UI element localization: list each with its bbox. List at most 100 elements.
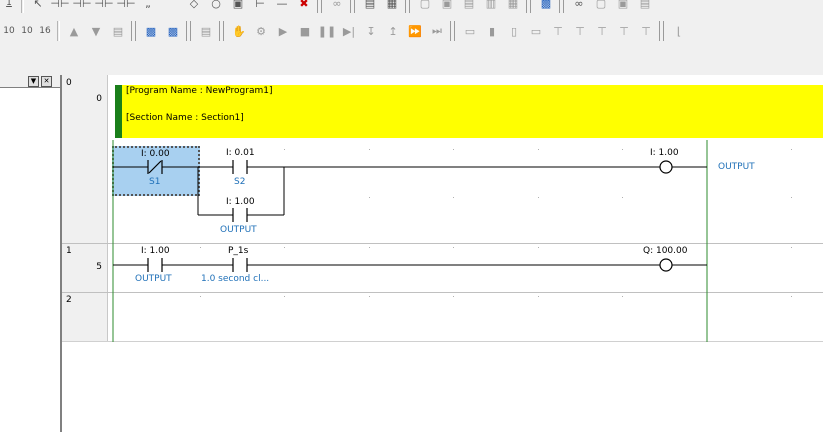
contact-s2-comment: S2 bbox=[234, 177, 246, 187]
transfer-to-plc-icon[interactable]: ▲ bbox=[64, 22, 84, 40]
view-icon-2[interactable]: ▣ bbox=[613, 0, 633, 12]
window-icon-3[interactable]: ▤ bbox=[459, 0, 479, 12]
contact-s2-address: I: 0.01 bbox=[226, 148, 255, 158]
contact-s1-comment: S1 bbox=[149, 177, 161, 187]
toolbar-grip bbox=[131, 21, 136, 41]
step-number: 5 bbox=[96, 262, 102, 272]
pause-icon[interactable]: ❚❚ bbox=[317, 22, 337, 40]
coil-output-comment: OUTPUT bbox=[718, 162, 755, 172]
step-out-icon[interactable]: ↥ bbox=[383, 22, 403, 40]
simulator-icon[interactable]: ▩ bbox=[141, 22, 161, 40]
contact-nc-icon[interactable]: ⊣⊢ bbox=[72, 0, 92, 12]
rung-number: 0 bbox=[66, 78, 72, 88]
contact-no-icon[interactable]: ⊣⊢ bbox=[50, 0, 70, 12]
window-icon-2[interactable]: ▣ bbox=[437, 0, 457, 12]
toolbar-area: 1 ↖ ⊣⊢ ⊣⊢ ⊣⊢ ⊣⊢ „ ◇ ○ ▣ ⊢ — ✖ ∞ ▤ ▦ ▢ ▣ … bbox=[0, 0, 823, 75]
toolbar-grip bbox=[219, 21, 224, 41]
horizontal-line-icon[interactable]: — bbox=[272, 0, 292, 12]
pane-close-icon[interactable]: ✕ bbox=[41, 76, 52, 87]
online-icon[interactable]: ∞ bbox=[569, 0, 589, 12]
contact-ornc-icon[interactable]: ⊣⊢ bbox=[116, 0, 136, 12]
branch-icon[interactable]: „ bbox=[138, 0, 158, 12]
pane-dropdown-icon[interactable]: ▼ bbox=[28, 76, 39, 87]
io-table-icon[interactable]: ▤ bbox=[196, 22, 216, 40]
debug-icon-2[interactable]: ▮ bbox=[482, 22, 502, 40]
simulator-settings-icon[interactable]: ▩ bbox=[163, 22, 183, 40]
coil-q100-address: Q: 100.00 bbox=[643, 246, 688, 256]
toolbar-grip bbox=[559, 0, 564, 13]
watch-icon[interactable]: ⚙ bbox=[251, 22, 271, 40]
debug-icon-3[interactable]: ▯ bbox=[504, 22, 524, 40]
debug-icon-5[interactable]: ⊤ bbox=[548, 22, 568, 40]
toolbar-grip bbox=[659, 21, 664, 41]
window-icon-5[interactable]: ▦ bbox=[503, 0, 523, 12]
comment-marker-bar bbox=[115, 85, 122, 138]
toolbar-grip bbox=[405, 0, 410, 13]
debug-icon-7[interactable]: ⊤ bbox=[592, 22, 612, 40]
toolbar-separator bbox=[21, 0, 24, 13]
toolbar-label-1[interactable]: 1 bbox=[1, 0, 17, 12]
skip-icon[interactable]: ⏭ bbox=[427, 22, 447, 40]
coil-output-address: I: 1.00 bbox=[650, 148, 679, 158]
contact-output bbox=[147, 258, 163, 272]
step-run-icon[interactable]: ▶| bbox=[339, 22, 359, 40]
pointer-icon[interactable]: ↖ bbox=[28, 0, 48, 12]
rung-0-wiring bbox=[113, 166, 707, 216]
project-pane-buttons: ▼ ✕ bbox=[28, 76, 52, 87]
toolbar-label-16[interactable]: 16 bbox=[37, 22, 53, 40]
toolbar-grip bbox=[350, 0, 355, 13]
contact-output-branch-address: I: 1.00 bbox=[226, 197, 255, 207]
debug-icon-1[interactable]: ▭ bbox=[460, 22, 480, 40]
line-icon[interactable]: ⊢ bbox=[250, 0, 270, 12]
table-icon[interactable]: ▦ bbox=[382, 0, 402, 12]
contact-output-address: I: 1.00 bbox=[141, 246, 170, 256]
toolbar-grip bbox=[526, 0, 531, 13]
toolbar-label-10b[interactable]: 10 bbox=[19, 22, 35, 40]
debug-icon-4[interactable]: ▭ bbox=[526, 22, 546, 40]
window-icon-4[interactable]: ▥ bbox=[481, 0, 501, 12]
debug-icon-9[interactable]: ⊤ bbox=[636, 22, 656, 40]
debug-icon-8[interactable]: ⊤ bbox=[614, 22, 634, 40]
toolbar-grip bbox=[450, 21, 455, 41]
rung-number: 1 bbox=[66, 246, 72, 256]
toolbar-separator bbox=[57, 21, 60, 41]
run-icon[interactable]: ▶ bbox=[273, 22, 293, 40]
ladder-bottom-border bbox=[62, 341, 823, 342]
grid-dots bbox=[200, 149, 792, 297]
compare-icon[interactable]: ▤ bbox=[108, 22, 128, 40]
toolbar-row-1: 1 ↖ ⊣⊢ ⊣⊢ ⊣⊢ ⊣⊢ „ ◇ ○ ▣ ⊢ — ✖ ∞ ▤ ▦ ▢ ▣ … bbox=[0, 0, 656, 16]
debug-icon-6[interactable]: ⊤ bbox=[570, 22, 590, 40]
coil-icon[interactable]: ◇ bbox=[184, 0, 204, 12]
book-icon[interactable]: ▤ bbox=[360, 0, 380, 12]
program-comment-block[interactable]: [Program Name : NewProgram1] [Section Na… bbox=[115, 85, 823, 138]
view-icon-3[interactable]: ▤ bbox=[635, 0, 655, 12]
coil-q100 bbox=[659, 258, 673, 272]
toolbar-grip bbox=[317, 0, 322, 13]
rung-number: 2 bbox=[66, 295, 72, 305]
transfer-from-plc-icon[interactable]: ▼ bbox=[86, 22, 106, 40]
monitor-icon[interactable]: ∞ bbox=[327, 0, 347, 12]
rung-divider bbox=[62, 292, 823, 293]
program-name-line: [Program Name : NewProgram1] bbox=[126, 86, 273, 96]
view-icon-1[interactable]: ▢ bbox=[591, 0, 611, 12]
step-in-icon[interactable]: ↧ bbox=[361, 22, 381, 40]
contact-output-branch bbox=[232, 208, 248, 222]
step-line-icon[interactable]: ⌊ bbox=[669, 22, 689, 40]
contact-output-comment: OUTPUT bbox=[135, 274, 172, 284]
rung-divider bbox=[62, 243, 823, 244]
instruction-icon[interactable]: ▣ bbox=[228, 0, 248, 12]
coil-nc-icon[interactable]: ○ bbox=[206, 0, 226, 12]
contact-s1-address: I: 0.00 bbox=[141, 149, 170, 159]
hand-icon[interactable]: ✋ bbox=[229, 22, 249, 40]
stop-icon[interactable]: ■ bbox=[295, 22, 315, 40]
step-number: 0 bbox=[96, 94, 102, 104]
window-icon-1[interactable]: ▢ bbox=[415, 0, 435, 12]
toolbar-label-10a[interactable]: 10 bbox=[1, 22, 17, 40]
contact-or-icon[interactable]: ⊣⊢ bbox=[94, 0, 114, 12]
delete-icon[interactable]: ✖ bbox=[294, 0, 314, 12]
section-name-line: [Section Name : Section1] bbox=[126, 113, 244, 123]
contact-p1s-comment: 1.0 second cl... bbox=[201, 274, 270, 284]
project-pane-header: ▼ ✕ bbox=[0, 75, 60, 88]
project-icon[interactable]: ▩ bbox=[536, 0, 556, 12]
fast-forward-icon[interactable]: ⏩ bbox=[405, 22, 425, 40]
